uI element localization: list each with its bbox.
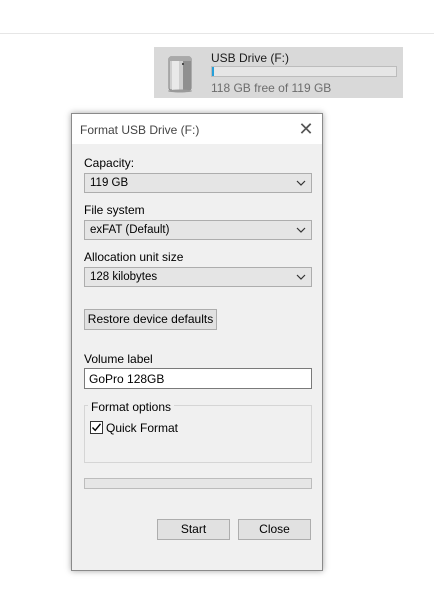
close-icon[interactable]: ✕ bbox=[296, 119, 316, 139]
quick-format-label[interactable]: Quick Format bbox=[106, 421, 178, 435]
drive-free-space: 118 GB free of 119 GB bbox=[211, 81, 332, 95]
drive-usage-fill bbox=[212, 67, 214, 76]
format-dialog: Format USB Drive (F:) ✕ Capacity: 119 GB… bbox=[71, 113, 323, 571]
allocation-unit-value: 128 kilobytes bbox=[90, 271, 158, 283]
drive-name: USB Drive (F:) bbox=[211, 51, 289, 65]
usb-drive-icon bbox=[168, 56, 192, 93]
file-system-label: File system bbox=[84, 203, 145, 217]
drive-usage-bar bbox=[211, 66, 397, 77]
file-system-value: exFAT (Default) bbox=[90, 224, 170, 236]
volume-label-label: Volume label bbox=[84, 352, 153, 366]
chevron-down-icon bbox=[296, 227, 306, 233]
chevron-down-icon bbox=[296, 180, 306, 186]
allocation-unit-dropdown[interactable]: 128 kilobytes bbox=[84, 267, 312, 287]
dialog-titlebar[interactable]: Format USB Drive (F:) ✕ bbox=[72, 114, 322, 144]
capacity-label: Capacity: bbox=[84, 156, 135, 170]
volume-label-input[interactable] bbox=[84, 368, 312, 389]
top-divider bbox=[0, 33, 434, 34]
allocation-unit-label: Allocation unit size bbox=[84, 250, 184, 264]
format-progress-bar bbox=[84, 478, 312, 489]
file-system-dropdown[interactable]: exFAT (Default) bbox=[84, 220, 312, 240]
capacity-value: 119 GB bbox=[90, 177, 129, 189]
close-button[interactable]: Close bbox=[238, 519, 311, 540]
restore-defaults-button[interactable]: Restore device defaults bbox=[84, 309, 217, 330]
checkmark-icon bbox=[91, 423, 102, 432]
chevron-down-icon bbox=[296, 274, 306, 280]
start-button[interactable]: Start bbox=[157, 519, 230, 540]
format-options-label: Format options bbox=[88, 400, 175, 414]
drive-tile[interactable]: USB Drive (F:) 118 GB free of 119 GB bbox=[154, 47, 403, 98]
quick-format-checkbox[interactable] bbox=[90, 421, 103, 434]
dialog-title: Format USB Drive (F:) bbox=[80, 123, 200, 137]
capacity-dropdown[interactable]: 119 GB bbox=[84, 173, 312, 193]
